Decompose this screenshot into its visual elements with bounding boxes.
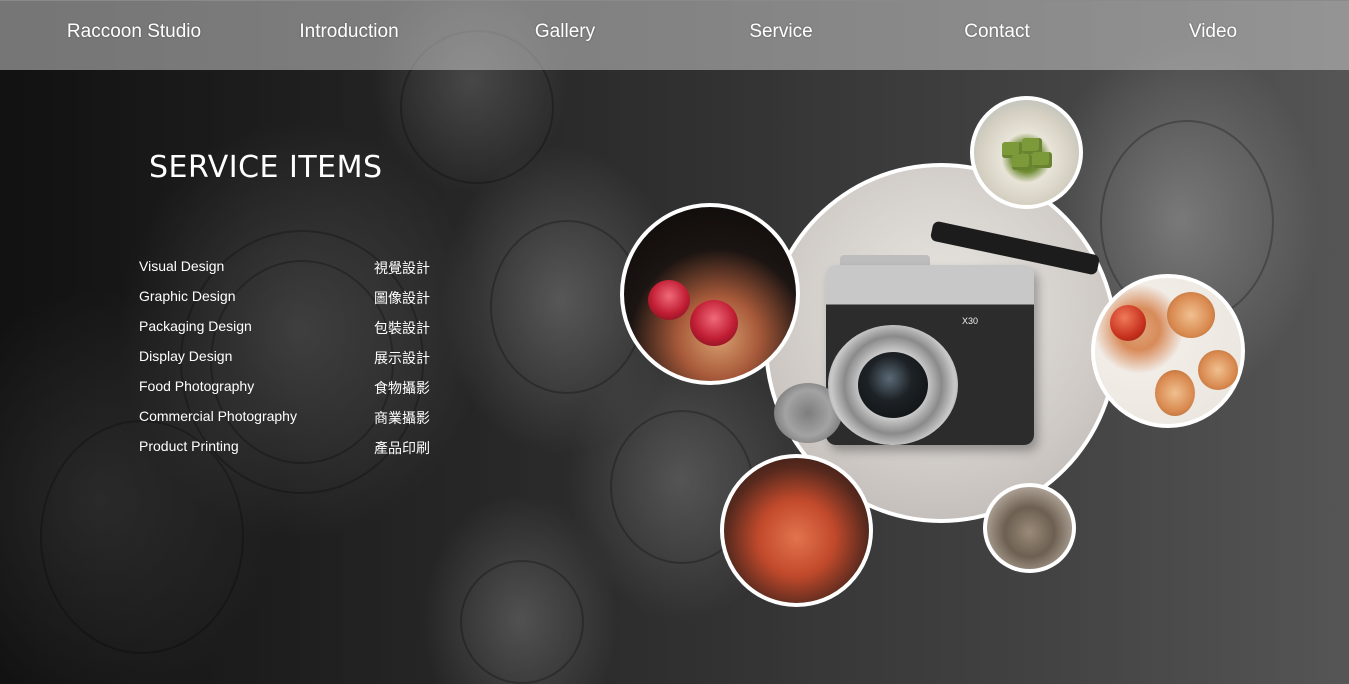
page-title: SERVICE ITEMS xyxy=(149,150,383,185)
service-list: Visual Design 視覺設計 Graphic Design 圖像設計 P… xyxy=(139,256,439,466)
service-name-zh: 展示設計 xyxy=(374,350,430,366)
service-item: Commercial Photography 商業攝影 xyxy=(139,406,439,436)
service-item: Visual Design 視覺設計 xyxy=(139,256,439,286)
nav-introduction-link[interactable]: Introduction xyxy=(299,21,398,43)
nav-brand-link[interactable]: Raccoon Studio xyxy=(67,21,201,43)
dessert-photo xyxy=(620,203,800,385)
matcha-cube xyxy=(1032,152,1052,168)
matcha-cube xyxy=(1012,154,1032,170)
service-name-zh: 產品印刷 xyxy=(374,440,430,456)
service-name-en: Packaging Design xyxy=(139,318,252,334)
nav-gallery-link[interactable]: Gallery xyxy=(535,21,595,43)
service-name-en: Food Photography xyxy=(139,378,255,394)
service-name-en: Commercial Photography xyxy=(139,408,297,424)
service-item: Display Design 展示設計 xyxy=(139,346,439,376)
service-item: Packaging Design 包裝設計 xyxy=(139,316,439,346)
nav-service-link[interactable]: Service xyxy=(749,21,812,43)
tart xyxy=(1167,292,1215,338)
service-name-en: Graphic Design xyxy=(139,288,236,304)
service-name-zh: 食物攝影 xyxy=(374,380,430,396)
service-name-zh: 包裝設計 xyxy=(374,320,430,336)
top-navigation: Raccoon Studio Introduction Gallery Serv… xyxy=(0,0,1349,70)
camera-model-label: X30 xyxy=(962,316,979,326)
nav-video-link[interactable]: Video xyxy=(1189,21,1237,43)
service-name-en: Product Printing xyxy=(139,438,239,454)
tart xyxy=(1155,370,1195,416)
service-item: Food Photography 食物攝影 xyxy=(139,376,439,406)
service-name-en: Display Design xyxy=(139,348,233,364)
camera-lens-glass xyxy=(858,352,928,418)
tart xyxy=(1198,350,1238,390)
service-name-zh: 視覺設計 xyxy=(374,260,430,276)
hedgehog-photo xyxy=(983,483,1076,573)
service-name-en: Visual Design xyxy=(139,258,225,274)
service-item: Graphic Design 圖像設計 xyxy=(139,286,439,316)
red-flower-decoration xyxy=(648,280,690,320)
apple-splash-photo xyxy=(720,454,873,607)
service-name-zh: 商業攝影 xyxy=(374,410,430,426)
red-flower-decoration xyxy=(690,300,738,346)
service-item: Product Printing 產品印刷 xyxy=(139,436,439,466)
page: Raccoon Studio Introduction Gallery Serv… xyxy=(0,0,1349,684)
service-name-zh: 圖像設計 xyxy=(374,290,430,306)
nav-contact-link[interactable]: Contact xyxy=(964,21,1029,43)
apple xyxy=(1110,305,1146,341)
